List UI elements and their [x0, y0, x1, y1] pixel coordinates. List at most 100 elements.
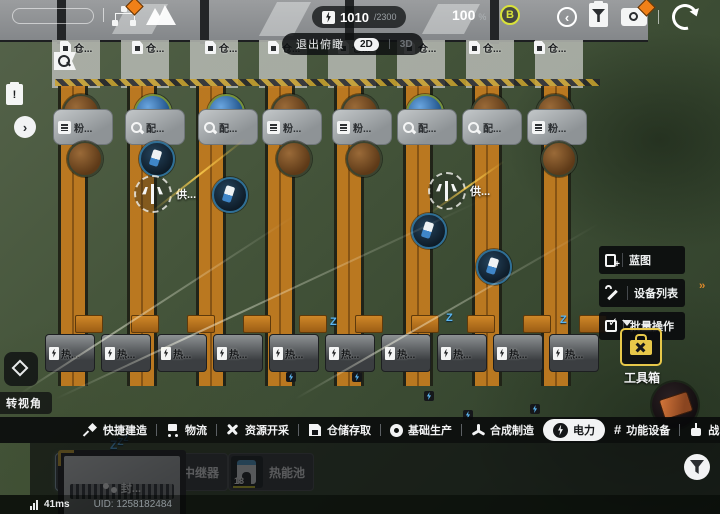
- item-orb[interactable]: [139, 141, 175, 177]
- processor-label: 配...: [483, 123, 502, 135]
- power-pile-marker[interactable]: 供...: [134, 175, 196, 213]
- thermal-unit[interactable]: 热...: [269, 334, 319, 372]
- processor-label: 粉...: [74, 123, 93, 135]
- rotate-view-label: 转视角: [0, 392, 52, 414]
- thermal-unit[interactable]: 热...: [549, 334, 599, 372]
- processor-machine[interactable]: 粉...: [53, 109, 113, 145]
- storage-icon: [308, 423, 322, 437]
- toolbox-icon: [630, 333, 652, 355]
- processor-label: 粉...: [548, 123, 567, 135]
- thermal-unit[interactable]: 热...: [381, 334, 431, 372]
- camera-pad-icon[interactable]: [4, 352, 38, 386]
- charge-node-icon: [530, 404, 540, 414]
- processor-machine[interactable]: 配...: [397, 109, 457, 145]
- processor-machine[interactable]: 粉...: [262, 109, 322, 145]
- pillar: [200, 0, 209, 44]
- tab-combat-support[interactable]: 战斗辅助: [689, 422, 720, 438]
- filter-button[interactable]: [684, 454, 710, 480]
- warehouse-marker[interactable]: 仓...: [534, 40, 566, 55]
- tab-functional-devices[interactable]: # 功能设备: [614, 422, 670, 438]
- thermal-label: 热...: [173, 349, 192, 361]
- divider: [103, 8, 104, 22]
- item-orb[interactable]: [541, 141, 577, 177]
- processor-label: 粉...: [353, 123, 372, 135]
- build-category-bar: 快捷建造 物流 资源开采 仓储存取 基础生产 合成制造 电力 #功能设备 战斗辅…: [0, 417, 720, 443]
- power-doc-icon: [385, 346, 395, 360]
- power-doc-icon: [441, 346, 451, 360]
- thermal-label: 热...: [117, 349, 136, 361]
- fan-icon: [471, 423, 486, 437]
- uid-value: UID: 1258182484: [93, 499, 172, 510]
- power-doc-icon: [49, 346, 59, 360]
- tab-power[interactable]: 电力: [543, 419, 605, 441]
- charge-node-icon: [286, 372, 296, 382]
- warehouse-label: 仓...: [548, 44, 567, 55]
- power-doc-icon: [217, 346, 227, 360]
- back-button[interactable]: ‹: [557, 7, 577, 27]
- wrench-icon: [605, 285, 621, 301]
- processor-label: 配...: [219, 123, 238, 135]
- power-icon: [322, 10, 335, 24]
- power-tab-icon: [553, 422, 568, 438]
- tab-logistics[interactable]: 物流: [166, 422, 207, 438]
- robot-icon: [689, 423, 703, 437]
- menu-item-blueprint[interactable]: 蓝图: [599, 246, 685, 274]
- exit-overview-button[interactable]: 退出俯瞰 2D 3D: [282, 33, 423, 55]
- power-pile-icon: [134, 175, 172, 213]
- assembler-icon: [467, 121, 480, 134]
- warehouse-marker[interactable]: 仓...: [132, 40, 164, 55]
- processor-machine[interactable]: 粉...: [527, 109, 587, 145]
- mill-icon: [267, 120, 280, 134]
- tab-basic-production[interactable]: 基础生产: [390, 422, 452, 438]
- cargo-container: [75, 315, 103, 333]
- thermal-label: 热...: [229, 349, 248, 361]
- toolbox-button[interactable]: [620, 328, 662, 366]
- item-orb[interactable]: [346, 141, 382, 177]
- scan-flag-icon[interactable]: [52, 52, 78, 82]
- assembler-icon: [402, 121, 415, 134]
- processor-machine[interactable]: 粉...: [332, 109, 392, 145]
- mode-2d-toggle[interactable]: 2D: [354, 37, 379, 51]
- expand-panel-button[interactable]: ›: [14, 116, 36, 138]
- mode-3d-toggle[interactable]: 3D: [400, 39, 418, 50]
- cargo-container: [467, 315, 495, 333]
- sleep-indicator: Z: [560, 314, 567, 326]
- item-orb[interactable]: [212, 177, 248, 213]
- warehouse-label: 仓...: [219, 44, 238, 55]
- power-doc-icon: [273, 346, 283, 360]
- power-doc-icon: [553, 346, 563, 360]
- hazard-stripe: [55, 79, 600, 86]
- warehouse-marker[interactable]: 仓...: [469, 40, 501, 55]
- thermal-label: 热...: [453, 349, 472, 361]
- tab-storage[interactable]: 仓储存取: [308, 422, 371, 438]
- tab-resource-mining[interactable]: 资源开采: [226, 422, 289, 438]
- document-icon: [469, 41, 480, 54]
- menu-item-device-list[interactable]: 设备列表: [599, 279, 685, 307]
- item-orb[interactable]: [476, 249, 512, 285]
- power-doc-icon: [497, 346, 507, 360]
- thermal-unit[interactable]: 热...: [493, 334, 543, 372]
- tab-quick-build[interactable]: 快捷建造: [84, 422, 147, 438]
- thermal-label: 热...: [565, 349, 584, 361]
- alert-clipboard-icon[interactable]: !: [6, 82, 23, 105]
- status-bar: 41ms UID: 1258182484: [0, 495, 720, 514]
- power-max: /2300: [373, 12, 397, 22]
- processor-machine[interactable]: 配...: [462, 109, 522, 145]
- item-orb[interactable]: [67, 141, 103, 177]
- processor-machine[interactable]: 配...: [198, 109, 258, 145]
- processor-label: 配...: [418, 123, 437, 135]
- processor-machine[interactable]: 配...: [125, 109, 185, 145]
- thermal-unit[interactable]: 热...: [45, 334, 95, 372]
- thermal-unit[interactable]: 热...: [437, 334, 487, 372]
- warehouse-marker[interactable]: 仓...: [205, 40, 237, 55]
- tab-synthesis[interactable]: 合成制造: [471, 422, 534, 438]
- charge-node-icon: [424, 391, 434, 401]
- divider: [658, 10, 659, 24]
- item-orb[interactable]: [276, 141, 312, 177]
- tasks-icon[interactable]: [589, 1, 608, 27]
- thermal-unit[interactable]: 热...: [213, 334, 263, 372]
- build-item-panel: [30, 443, 720, 495]
- currency-icon[interactable]: B: [500, 5, 520, 25]
- thermal-label: 热...: [397, 349, 416, 361]
- back-icon: ‹: [564, 9, 570, 25]
